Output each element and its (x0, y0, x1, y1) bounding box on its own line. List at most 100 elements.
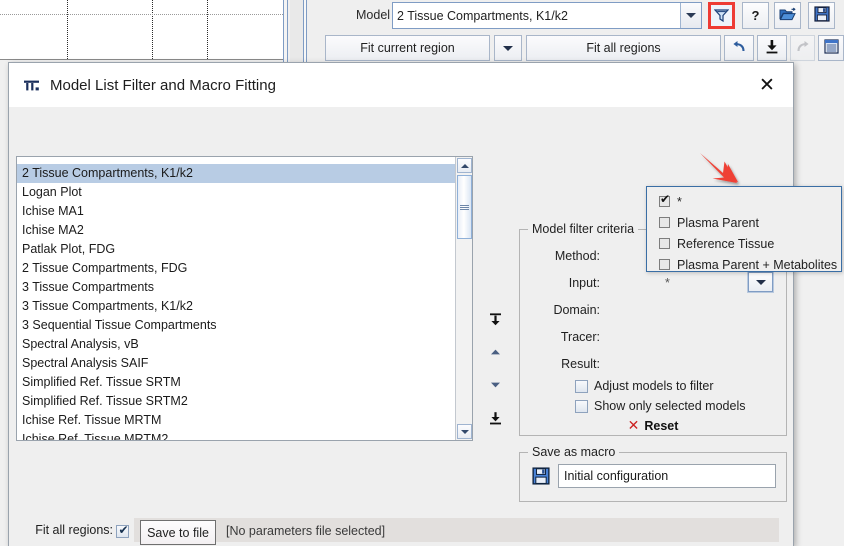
fit-all-regions-checkbox[interactable] (116, 523, 130, 539)
dialog-title: Model List Filter and Macro Fitting (50, 76, 276, 94)
save-file-button[interactable] (808, 2, 835, 29)
list-item[interactable]: Logan Plot (17, 183, 455, 202)
input-label: Input: (568, 276, 600, 290)
download-icon (765, 39, 779, 57)
adjust-models-to-filter-checkbox[interactable] (575, 379, 588, 393)
save-to-file-button[interactable]: Save to file (140, 520, 216, 545)
x-cross-icon: ✕ (627, 418, 640, 434)
fit-current-region-button[interactable]: Fit current region (325, 35, 490, 61)
table-report-icon (823, 39, 839, 57)
popup-option-label: Plasma Parent + Metabolites (677, 257, 838, 272)
scrollbar-thumb[interactable] (457, 175, 472, 239)
popup-option[interactable]: Reference Tissue (647, 233, 841, 254)
reset-button[interactable]: ✕ Reset (520, 418, 786, 434)
redo-button[interactable] (790, 35, 815, 61)
method-label: Method: (554, 249, 600, 263)
model-combobox[interactable]: 2 Tissue Compartments, K1/k2 (392, 2, 702, 29)
floppy-save-icon[interactable] (532, 467, 550, 485)
fit-all-regions-label: Fit all regions (586, 41, 661, 55)
screen: Model 2 Tissue Compartments, K1/k2 ? Fit… (0, 0, 844, 546)
fit-current-region-dropdown[interactable] (494, 35, 522, 61)
list-item[interactable]: Simplified Ref. Tissue SRTM (17, 373, 455, 392)
redo-arrow-icon (795, 40, 811, 56)
model-list[interactable]: 2 Tissue Compartments, K1/k2 Logan Plot … (16, 156, 473, 441)
undo-arrow-icon (731, 40, 747, 56)
popup-option-label: Reference Tissue (677, 236, 775, 251)
question-mark-icon: ? (751, 8, 760, 23)
list-item[interactable]: Ichise MA1 (17, 202, 455, 221)
background-strip (283, 0, 288, 62)
popup-option[interactable]: * (647, 191, 841, 212)
list-item[interactable]: 3 Sequential Tissue Compartments (17, 316, 455, 335)
show-only-selected-models-label: Show only selected models (594, 399, 746, 413)
fit-all-regions-button[interactable]: Fit all regions (526, 35, 721, 61)
chevron-down-icon (755, 279, 766, 285)
list-item[interactable]: 2 Tissue Compartments, K1/k2 (17, 164, 455, 183)
list-item[interactable]: Ichise Ref. Tissue MRTM (17, 411, 455, 430)
result-label: Result: (561, 357, 600, 371)
popup-option-checkbox[interactable] (659, 217, 670, 228)
fit-all-regions-label: Fit all regions: (35, 523, 113, 537)
move-to-bottom-icon[interactable] (483, 406, 507, 430)
tracer-label: Tracer: (560, 330, 600, 344)
annotation-arrow-icon (697, 152, 749, 188)
undo-button[interactable] (724, 35, 754, 61)
move-to-top-icon[interactable] (483, 307, 507, 331)
scroll-down-icon[interactable] (457, 424, 472, 439)
input-filter-dropdown-popup[interactable]: * Plasma Parent Reference Tissue Plasma … (646, 186, 842, 272)
funnel-icon (714, 8, 729, 23)
move-up-icon[interactable] (483, 340, 507, 364)
show-only-selected-models-checkbox-row[interactable]: Show only selected models (575, 399, 745, 413)
model-combobox-value: 2 Tissue Compartments, K1/k2 (397, 8, 568, 23)
input-value: * (665, 276, 670, 290)
list-item[interactable]: Ichise Ref. Tissue MRTM2 (17, 430, 455, 440)
fit-all-regions-checkbox-wrap[interactable] (116, 523, 130, 539)
fit-current-region-label: Fit current region (360, 41, 455, 55)
list-item[interactable]: 2 Tissue Compartments, FDG (17, 259, 455, 278)
open-folder-icon (779, 7, 796, 25)
model-label: Model (356, 8, 391, 22)
list-item[interactable]: 3 Tissue Compartments, K1/k2 (17, 297, 455, 316)
popup-option-label: Plasma Parent (677, 215, 759, 230)
floppy-save-icon (813, 6, 830, 25)
list-item[interactable]: Simplified Ref. Tissue SRTM2 (17, 392, 455, 411)
model-filter-button[interactable] (708, 2, 735, 29)
download-button[interactable] (757, 35, 787, 61)
model-combobox-chevron-down-icon[interactable] (680, 3, 701, 28)
input-dropdown-button[interactable] (747, 271, 774, 293)
list-item[interactable]: 3 Tissue Compartments (17, 278, 455, 297)
list-item[interactable]: Ichise MA2 (17, 221, 455, 240)
list-item-partial (17, 157, 455, 164)
open-file-button[interactable] (774, 2, 801, 29)
popup-option-checkbox[interactable] (659, 259, 670, 270)
background-plot-area (0, 0, 283, 60)
close-icon[interactable]: ✕ (757, 75, 777, 95)
adjust-models-to-filter-checkbox-row[interactable]: Adjust models to filter (575, 379, 714, 393)
popup-option-label: * (677, 194, 682, 209)
scroll-up-icon[interactable] (457, 158, 472, 173)
save-as-macro-group: Save as macro Initial configuration (519, 445, 787, 502)
macro-name-value: Initial configuration (564, 469, 669, 483)
popup-option[interactable]: Plasma Parent + Metabolites (647, 254, 841, 275)
list-item[interactable]: Spectral Analysis, vB (17, 335, 455, 354)
domain-label: Domain: (553, 303, 600, 317)
list-item[interactable]: Spectral Analysis SAIF (17, 354, 455, 373)
popup-option-checkbox[interactable] (659, 238, 670, 249)
adjust-models-to-filter-label: Adjust models to filter (594, 379, 714, 393)
macro-name-input[interactable]: Initial configuration (558, 464, 776, 488)
dialog-title-bar: Model List Filter and Macro Fitting ✕ (9, 63, 793, 107)
save-as-macro-legend: Save as macro (528, 445, 620, 459)
save-to-file-label: Save to file (147, 525, 209, 540)
help-button[interactable]: ? (742, 2, 769, 29)
list-item[interactable]: Patlak Plot, FDG (17, 240, 455, 259)
chevron-down-icon (503, 45, 513, 51)
background-strip (290, 0, 303, 62)
model-list-filter-dialog: Model List Filter and Macro Fitting ✕ 2 … (8, 62, 794, 546)
show-only-selected-models-checkbox[interactable] (575, 399, 588, 413)
model-list-scrollbar[interactable] (455, 157, 472, 440)
parameters-file-status: [No parameters file selected] (226, 524, 386, 538)
popup-option[interactable]: Plasma Parent (647, 212, 841, 233)
move-down-icon[interactable] (483, 373, 507, 397)
popup-option-checkbox[interactable] (659, 192, 671, 207)
report-table-button[interactable] (818, 35, 844, 61)
